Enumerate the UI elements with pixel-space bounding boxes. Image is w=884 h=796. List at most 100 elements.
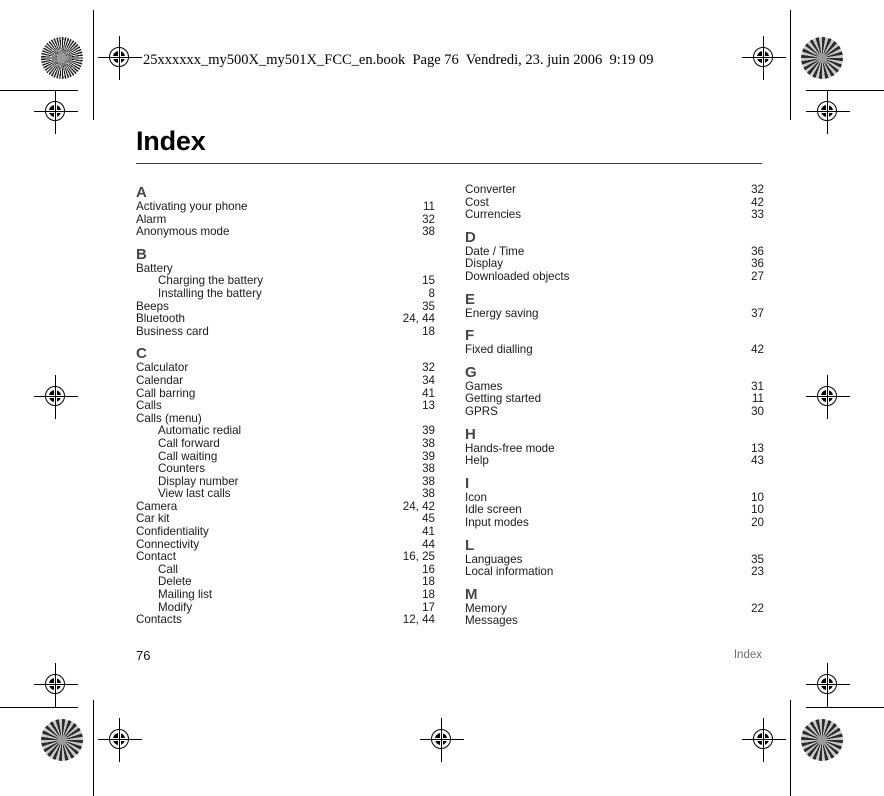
registration-target-upper-right-edge	[806, 90, 850, 134]
index-entry-pages: 12, 44	[402, 613, 435, 627]
section-letter: D	[465, 228, 476, 246]
title-divider	[136, 163, 762, 164]
index-entry-pages: 41	[422, 525, 435, 539]
index-entry[interactable]: Contact 16, 25	[136, 551, 435, 564]
section-letter: I	[465, 474, 470, 492]
section-letter: C	[136, 345, 147, 363]
index-subentry[interactable]: Call forward 38	[136, 436, 435, 451]
index-entry-label: Anonymous mode	[136, 225, 230, 239]
index-entry[interactable]: Date / Time 36	[465, 245, 764, 259]
index-entry-label: Business card	[136, 324, 209, 338]
registration-target-bottom-right	[742, 718, 786, 762]
section-letter: B	[136, 245, 147, 263]
index-entry-pages: 32	[751, 183, 764, 196]
index-entry-pages: 18	[422, 588, 435, 602]
index-entry-pages: 38	[422, 436, 435, 450]
index-entry[interactable]: Bluetooth 24, 44	[136, 313, 435, 326]
index-entry-label: Local information	[465, 565, 554, 579]
registration-target-middle-right	[806, 375, 850, 419]
index-entry[interactable]: Business card 18	[136, 324, 435, 339]
index-entry-label: Energy saving	[465, 306, 539, 320]
index-entry-pages: 20	[751, 515, 764, 529]
index-entry-pages: 16, 25	[402, 550, 435, 564]
index-entry[interactable]: Connectivity 44	[136, 538, 435, 552]
registration-target-middle-left	[34, 375, 78, 419]
index-entry[interactable]: Camera 24, 42	[136, 500, 435, 514]
registration-target-bottom-left	[98, 718, 142, 762]
index-entry[interactable]: Calls 13	[136, 400, 435, 413]
index-entry-label: Confidentiality	[136, 525, 209, 539]
index-entry[interactable]: Local information 23	[465, 565, 764, 579]
index-entry-label: Input modes	[465, 515, 529, 529]
index-entry-pages: 34	[422, 373, 435, 387]
index-entry-label: Help	[465, 454, 489, 468]
index-section: A Activating your phone 11 Alarm 32 Anonymous…	[136, 184, 435, 239]
index-entry-label: Mailing list	[158, 588, 213, 602]
index-entry[interactable]: Input modes 20	[465, 515, 764, 530]
index-entry-pages: 22	[751, 601, 764, 615]
index-section: H Hands-free mode 13 Help 43	[465, 419, 764, 468]
registration-target-upper-left-edge	[34, 90, 78, 134]
star-target-bottom-right	[801, 719, 843, 761]
index-entry[interactable]: Fixed dialling 42	[465, 344, 764, 357]
index-entry[interactable]: Calendar 34	[136, 373, 435, 388]
section-letter: F	[465, 327, 475, 345]
index-entry[interactable]: Energy saving 37	[465, 306, 764, 321]
section-letter: M	[465, 585, 478, 603]
index-entry[interactable]: Call barring 41	[136, 387, 435, 401]
index-entry[interactable]: Help 43	[465, 455, 764, 468]
index-entry-label: Fixed dialling	[465, 343, 533, 357]
index-entry-label: Counters	[158, 462, 206, 476]
registration-target-bottom-center	[420, 718, 464, 762]
trim-line-bottom-left-vertical	[93, 700, 94, 796]
section-letter: L	[465, 536, 475, 554]
index-entry[interactable]: Confidentiality 41	[136, 525, 435, 539]
index-entry[interactable]: GPRS 30	[465, 404, 764, 419]
index-entry-pages: 13	[422, 399, 435, 413]
index-entry-label: Activating your phone	[136, 200, 248, 213]
index-entry-label: GPRS	[465, 404, 498, 418]
index-entry-label: Installing the battery	[158, 286, 262, 300]
index-subentry[interactable]: Counters 38	[136, 462, 435, 476]
index-entry[interactable]: Messages	[465, 615, 764, 628]
index-entry-label: Call forward	[158, 436, 220, 450]
index-entry[interactable]: Downloaded objects 27	[465, 269, 764, 284]
index-entry[interactable]: Converter 32	[465, 183, 764, 197]
index-entry-label: Calls	[136, 399, 162, 413]
index-column-right: Converter 32 Cost 42 Currencies 33 D Date / Tim…	[465, 183, 764, 628]
index-entry-pages: 43	[751, 454, 764, 468]
star-target-top-left	[41, 37, 83, 79]
page-number: 76	[136, 648, 151, 663]
index-entry[interactable]: Anonymous mode 38	[136, 226, 435, 239]
index-entry-label: Downloaded objects	[465, 269, 570, 283]
index-entry[interactable]: Activating your phone 11	[136, 200, 435, 214]
trim-line-bottom-right-vertical	[790, 700, 791, 796]
index-entry-label: Converter	[465, 183, 516, 196]
star-target-bottom-left	[41, 719, 83, 761]
index-entry-pages: 38	[422, 462, 435, 476]
index-entry[interactable]: Getting started 11	[465, 393, 764, 406]
registration-target-top-right	[742, 36, 786, 80]
index-section: M Memory 22 Messages	[465, 579, 764, 628]
index-entry-label: Messages	[465, 614, 518, 628]
index-subentry[interactable]: Mailing list 18	[136, 588, 435, 602]
index-entry-label: Currencies	[465, 208, 522, 222]
index-entry[interactable]: Currencies 33	[465, 209, 764, 222]
index-entry-pages: 18	[422, 324, 435, 338]
index-entry-label: Contact	[136, 550, 176, 564]
index-entry-pages: 11	[422, 200, 435, 213]
index-entry[interactable]: Contacts 12, 44	[136, 614, 435, 627]
index-columns: A Activating your phone 11 Alarm 32 Anonymous…	[136, 183, 764, 628]
index-entry-label: Calendar	[136, 373, 184, 387]
index-entry[interactable]: Hands-free mode 13	[465, 442, 764, 456]
index-entry-pages: 38	[422, 225, 435, 239]
trim-line-right-bottom-horizontal	[806, 707, 884, 708]
index-subentry[interactable]: View last calls 38	[136, 488, 435, 501]
index-entry-label: View last calls	[158, 487, 231, 501]
registration-target-top-left	[98, 36, 142, 80]
trim-line-left-bottom-horizontal	[0, 707, 78, 708]
section-letter: H	[465, 425, 476, 443]
index-subentry[interactable]: Installing the battery 8	[136, 286, 435, 301]
index-section: G Games 31 Getting started 11 GPRS 30	[465, 357, 764, 419]
index-section: I Icon 10 Idle screen 10 Input modes 20	[465, 468, 764, 530]
